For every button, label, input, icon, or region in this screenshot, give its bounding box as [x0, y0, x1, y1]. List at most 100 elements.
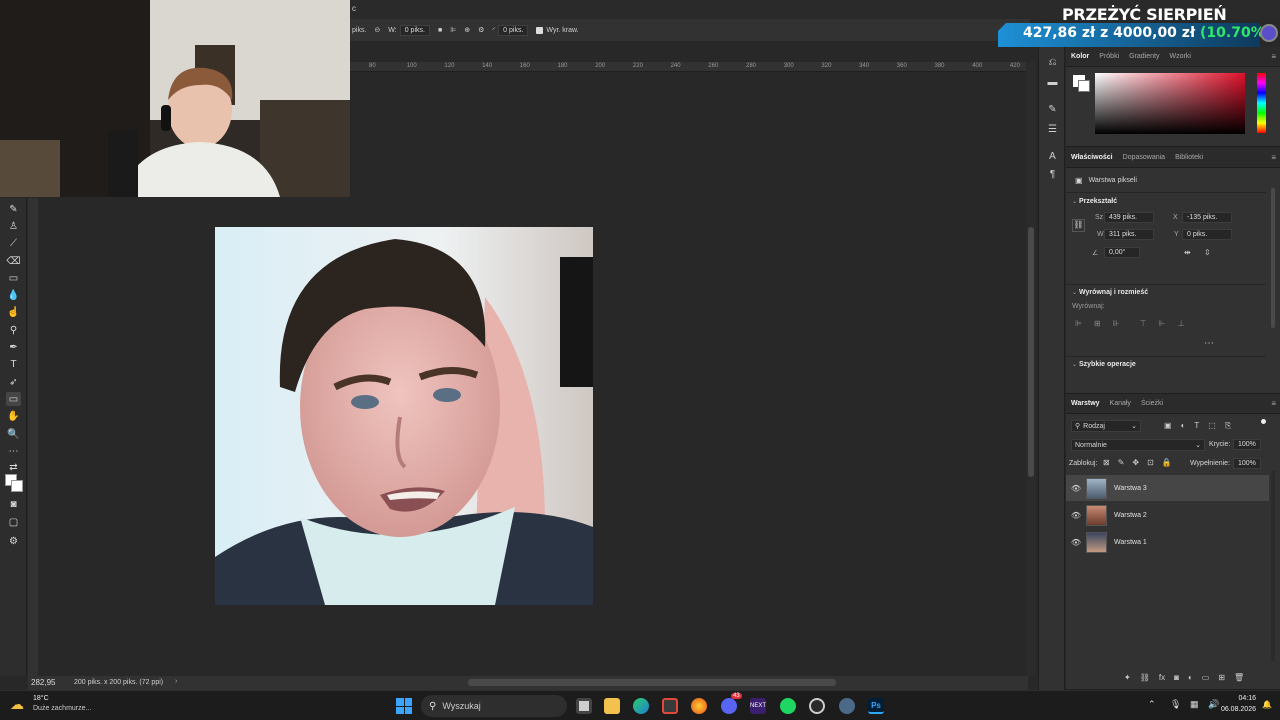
gear-icon[interactable]: ⚙: [478, 26, 484, 34]
align-section-header[interactable]: ⌄ Wyrównaj i rozmieść: [1072, 289, 1148, 296]
align-bottom-icon[interactable]: ⊥: [1178, 319, 1185, 328]
horizontal-scroll-thumb[interactable]: [468, 679, 836, 686]
flip-vertical-icon[interactable]: ⇳: [1204, 248, 1211, 257]
notifications-icon[interactable]: 🔔: [1262, 700, 1272, 709]
store-icon[interactable]: [662, 698, 678, 714]
arrange-path-icon[interactable]: ⊕: [464, 26, 470, 34]
photoshop-icon[interactable]: Ps: [868, 698, 884, 714]
pen-tool-icon[interactable]: ✒: [6, 340, 21, 354]
tab-wlasciwosci[interactable]: Właściwości: [1071, 154, 1113, 161]
zoom-level[interactable]: 282,95: [31, 678, 55, 687]
blend-mode-select[interactable]: Normalnie ⌄: [1071, 439, 1205, 451]
align-path-icon[interactable]: ⊫: [450, 26, 456, 34]
visibility-eye-icon[interactable]: 👁: [1066, 538, 1086, 547]
clock-time[interactable]: 04:16: [1220, 695, 1256, 702]
adjust-icon[interactable]: ☰: [1046, 124, 1059, 137]
document-info[interactable]: 200 piks. x 200 piks. (72 ppi): [74, 679, 163, 686]
add-mask-icon[interactable]: ◙: [1174, 673, 1179, 682]
microphone-icon[interactable]: 🎙: [1170, 699, 1181, 710]
task-view-icon[interactable]: [576, 698, 592, 714]
tab-probki[interactable]: Próbki: [1099, 53, 1119, 60]
lock-artboard-icon[interactable]: ⊡: [1147, 458, 1154, 467]
tab-dopasowania[interactable]: Dopasowania: [1123, 154, 1165, 161]
status-chevron-icon[interactable]: ›: [175, 678, 177, 685]
width-field[interactable]: 0 piks.: [399, 24, 430, 36]
lock-image-icon[interactable]: ✎: [1118, 458, 1125, 467]
link-layers-icon[interactable]: ⛓: [1140, 673, 1150, 682]
network-icon[interactable]: ▦: [1190, 699, 1199, 710]
align-middle-v-icon[interactable]: ⊩: [1159, 319, 1166, 328]
obs-icon[interactable]: [809, 698, 825, 714]
properties-scrollbar[interactable]: [1271, 188, 1275, 328]
swap-colors-icon[interactable]: ⇄: [6, 460, 21, 474]
align-right-icon[interactable]: ⊪: [1113, 319, 1120, 328]
tab-kolor[interactable]: Kolor: [1071, 53, 1089, 60]
layer-row[interactable]: 👁 Warstwa 1: [1066, 529, 1269, 555]
eraser-tool-icon[interactable]: ⌫: [6, 254, 21, 268]
checkbox-icon[interactable]: [536, 26, 544, 34]
weather-icon[interactable]: ☁: [10, 696, 30, 712]
document-image[interactable]: [215, 227, 593, 605]
smudge-tool-icon[interactable]: ☝: [6, 305, 21, 319]
brush-settings-icon[interactable]: ✎: [1046, 104, 1059, 117]
bg-swatch[interactable]: [1078, 80, 1090, 92]
lock-transparent-icon[interactable]: ⊠: [1103, 458, 1110, 467]
character-icon[interactable]: A: [1046, 151, 1059, 164]
layer-filter-select[interactable]: ⚲ Rodzaj ⌄: [1071, 420, 1141, 432]
hue-slider[interactable]: [1257, 73, 1266, 133]
corner-radius-field[interactable]: 0 piks.: [498, 24, 529, 36]
quick-actions-header[interactable]: ⌄ Szybkie operacje: [1072, 361, 1136, 368]
fill-field[interactable]: 100%: [1233, 458, 1261, 469]
link-icon[interactable]: ⊝: [374, 26, 380, 34]
windows-start-icon[interactable]: [396, 698, 412, 714]
align-center-h-icon[interactable]: ⊞: [1094, 319, 1101, 328]
fx-icon[interactable]: fx: [1159, 673, 1165, 682]
tab-sciezki[interactable]: Ścieżki: [1141, 400, 1163, 407]
link-dimensions-icon[interactable]: ⛓: [1072, 219, 1085, 232]
size-unit[interactable]: piks.: [352, 27, 366, 34]
weather-description[interactable]: Duże zachmurze...: [33, 705, 91, 712]
layer-name[interactable]: Warstwa 2: [1114, 512, 1147, 519]
tab-biblioteki[interactable]: Biblioteki: [1175, 154, 1203, 161]
y-field[interactable]: 0 piks.: [1182, 229, 1232, 240]
background-color-swatch[interactable]: [11, 480, 23, 492]
discord-icon[interactable]: [721, 698, 737, 714]
screen-mode-icon[interactable]: ▢: [6, 515, 21, 529]
tab-warstwy[interactable]: Warstwy: [1071, 400, 1100, 407]
height-field[interactable]: 311 piks.: [1104, 229, 1154, 240]
spotify-icon[interactable]: [780, 698, 796, 714]
vertical-scrollbar[interactable]: [1026, 62, 1036, 676]
flip-horizontal-icon[interactable]: ⇹: [1184, 248, 1191, 257]
layers-menu-icon[interactable]: ≡: [1271, 399, 1276, 408]
dodge-tool-icon[interactable]: ⚲: [6, 323, 21, 337]
x-field[interactable]: -135 piks.: [1182, 212, 1232, 223]
generative-icon[interactable]: ⚙: [6, 534, 21, 548]
layer-row[interactable]: 👁 Warstwa 2: [1066, 502, 1269, 528]
align-top-icon[interactable]: ⊤: [1140, 319, 1147, 328]
firefox-icon[interactable]: [691, 698, 707, 714]
stamp-tool-icon[interactable]: ♙: [6, 219, 21, 233]
tab-wzorki[interactable]: Wzorki: [1169, 53, 1190, 60]
next-app-icon[interactable]: NEXT: [750, 698, 766, 714]
type-filter-icon[interactable]: T: [1194, 421, 1199, 431]
blur-tool-icon[interactable]: 💧: [6, 288, 21, 302]
opacity-field[interactable]: 100%: [1233, 439, 1261, 450]
path-select-icon[interactable]: ➶: [6, 375, 21, 389]
properties-menu-icon[interactable]: ≡: [1271, 153, 1276, 162]
hand-tool-icon[interactable]: ✋: [6, 409, 21, 423]
new-group-icon[interactable]: ▭: [1202, 673, 1210, 682]
image-filter-icon[interactable]: ▣: [1164, 421, 1172, 431]
adjustment-filter-icon[interactable]: ◐: [1181, 421, 1186, 431]
file-explorer-icon[interactable]: [604, 698, 620, 714]
angle-field[interactable]: 0,00°: [1104, 247, 1140, 258]
brush-tool-icon[interactable]: ✎: [6, 202, 21, 216]
layer-name[interactable]: Warstwa 3: [1114, 485, 1147, 492]
new-layer-icon[interactable]: ⊞: [1218, 673, 1225, 682]
filter-toggle-icon[interactable]: [1261, 419, 1266, 424]
lock-all-icon[interactable]: 🔒: [1162, 458, 1172, 467]
vertical-scroll-thumb[interactable]: [1028, 227, 1034, 477]
settings-app-icon[interactable]: [839, 698, 855, 714]
visibility-eye-icon[interactable]: 👁: [1066, 511, 1086, 520]
type-tool-icon[interactable]: T: [6, 357, 21, 371]
visibility-eye-icon[interactable]: 👁: [1066, 484, 1086, 493]
